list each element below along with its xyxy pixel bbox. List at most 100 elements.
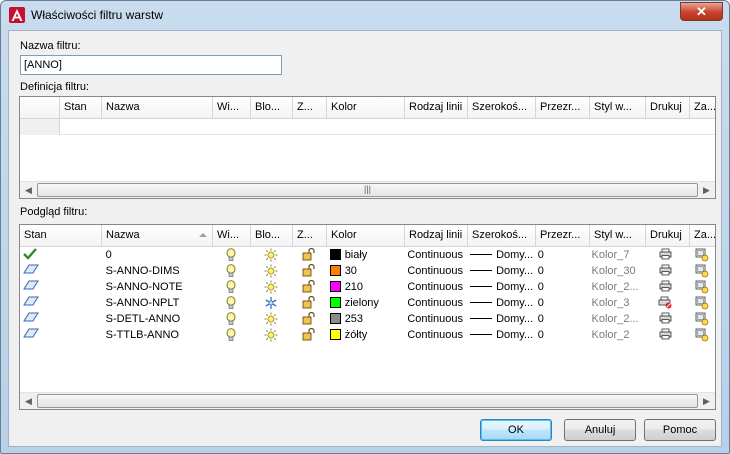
freeze-cell[interactable] bbox=[250, 280, 292, 296]
unlock-icon[interactable] bbox=[302, 328, 316, 344]
status-cell[interactable] bbox=[20, 312, 102, 328]
linetype-cell[interactable]: Continuous bbox=[403, 328, 466, 344]
layer-icon[interactable] bbox=[23, 296, 39, 311]
printer-icon[interactable] bbox=[659, 312, 672, 328]
transparency-cell[interactable]: 0 bbox=[534, 280, 588, 296]
name-cell[interactable]: S-TTLB-ANNO bbox=[102, 328, 213, 344]
printer-icon[interactable] bbox=[659, 328, 672, 344]
def-col-przezroczystosc[interactable]: Przezr... bbox=[536, 97, 590, 119]
lock-cell[interactable] bbox=[292, 296, 326, 312]
sun-icon[interactable] bbox=[264, 264, 278, 280]
col-zablokowany[interactable]: Z... bbox=[293, 225, 327, 247]
close-button[interactable]: ✕ bbox=[680, 2, 723, 21]
transparency-cell[interactable]: 0 bbox=[534, 248, 588, 264]
def-col-widoczny[interactable]: Wi... bbox=[213, 97, 251, 119]
new-vp-freeze-cell[interactable] bbox=[687, 328, 715, 344]
linetype-cell[interactable]: Continuous bbox=[403, 296, 466, 312]
cancel-button[interactable]: Anuluj bbox=[564, 419, 636, 441]
transparency-cell[interactable]: 0 bbox=[534, 328, 588, 344]
filter-definition-grid[interactable]: Stan Nazwa Wi... Blo... Z... Kolor Rodza… bbox=[19, 96, 716, 199]
plot-cell[interactable] bbox=[643, 280, 687, 296]
new-viewport-freeze-icon[interactable] bbox=[695, 328, 709, 344]
snowflake-icon[interactable] bbox=[264, 296, 278, 312]
scroll-thumb[interactable] bbox=[37, 394, 698, 408]
new-viewport-freeze-icon[interactable] bbox=[695, 312, 709, 328]
scroll-left-icon[interactable]: ◀ bbox=[20, 393, 37, 409]
lineweight-cell[interactable]: Domy... bbox=[466, 248, 534, 264]
plot-style-cell[interactable]: Kolor_3 bbox=[588, 296, 644, 312]
layer-row[interactable]: S-DETL-ANNO 253 Continuous Domy... 0 Kolor_2.… bbox=[20, 312, 715, 328]
transparency-cell[interactable]: 0 bbox=[534, 264, 588, 280]
lineweight-cell[interactable]: Domy... bbox=[466, 280, 534, 296]
checkmark-icon[interactable] bbox=[23, 248, 37, 264]
bulb-icon[interactable] bbox=[226, 312, 236, 328]
sun-icon[interactable] bbox=[264, 280, 278, 296]
filter-preview-grid[interactable]: Stan Nazwa Wi... Blo... Z... Kolor Rodza… bbox=[19, 224, 716, 410]
bulb-icon[interactable] bbox=[226, 280, 236, 296]
name-cell[interactable]: 0 bbox=[102, 248, 213, 264]
name-cell[interactable]: S-ANNO-NOTE bbox=[102, 280, 213, 296]
printer-icon[interactable] bbox=[659, 248, 672, 264]
scroll-right-icon[interactable]: ▶ bbox=[698, 182, 715, 198]
col-nazwa[interactable]: Nazwa bbox=[102, 225, 213, 247]
definition-empty-row[interactable] bbox=[20, 119, 715, 135]
col-drukuj[interactable]: Drukuj bbox=[646, 225, 690, 247]
layer-row[interactable]: S-TTLB-ANNO żółty Continuous Domy... 0 Kolor_… bbox=[20, 328, 715, 344]
new-vp-freeze-cell[interactable] bbox=[687, 248, 715, 264]
unlock-icon[interactable] bbox=[302, 280, 316, 296]
def-col-stan[interactable]: Stan bbox=[60, 97, 102, 119]
color-cell[interactable]: zielony bbox=[326, 296, 404, 312]
plot-cell[interactable] bbox=[643, 328, 687, 344]
plot-style-cell[interactable]: Kolor_2... bbox=[588, 312, 644, 328]
sun-icon[interactable] bbox=[264, 248, 278, 264]
freeze-cell[interactable] bbox=[250, 328, 292, 344]
no-print-icon[interactable] bbox=[658, 296, 672, 312]
printer-icon[interactable] bbox=[659, 264, 672, 280]
bulb-icon[interactable] bbox=[226, 328, 236, 344]
freeze-cell[interactable] bbox=[250, 312, 292, 328]
preview-horizontal-scrollbar[interactable]: ◀ ▶ bbox=[20, 392, 715, 409]
col-przezroczystosc[interactable]: Przezr... bbox=[536, 225, 590, 247]
col-zamroz[interactable]: Za... bbox=[690, 225, 715, 247]
plot-style-cell[interactable]: Kolor_30 bbox=[588, 264, 644, 280]
linetype-cell[interactable]: Continuous bbox=[403, 248, 466, 264]
plot-cell[interactable] bbox=[643, 248, 687, 264]
lock-cell[interactable] bbox=[292, 248, 326, 264]
unlock-icon[interactable] bbox=[302, 296, 316, 312]
def-col-styl-wydruku[interactable]: Styl w... bbox=[590, 97, 646, 119]
plot-style-cell[interactable]: Kolor_7 bbox=[588, 248, 644, 264]
plot-cell[interactable] bbox=[643, 312, 687, 328]
visibility-cell[interactable] bbox=[212, 248, 250, 264]
color-cell[interactable]: biały bbox=[326, 248, 404, 264]
name-cell[interactable]: S-ANNO-DIMS bbox=[102, 264, 213, 280]
plot-cell[interactable] bbox=[643, 296, 687, 312]
col-szerokosc[interactable]: Szerokoś... bbox=[468, 225, 536, 247]
col-blokada[interactable]: Blo... bbox=[251, 225, 293, 247]
visibility-cell[interactable] bbox=[212, 264, 250, 280]
col-stan[interactable]: Stan bbox=[20, 225, 102, 247]
color-cell[interactable]: 253 bbox=[326, 312, 404, 328]
layer-icon[interactable] bbox=[23, 280, 39, 295]
bulb-icon[interactable] bbox=[226, 296, 236, 312]
def-col-zablokowany[interactable]: Z... bbox=[293, 97, 327, 119]
plot-cell[interactable] bbox=[643, 264, 687, 280]
new-vp-freeze-cell[interactable] bbox=[687, 280, 715, 296]
transparency-cell[interactable]: 0 bbox=[534, 312, 588, 328]
def-col-kolor[interactable]: Kolor bbox=[327, 97, 405, 119]
status-cell[interactable] bbox=[20, 296, 102, 312]
lock-cell[interactable] bbox=[292, 328, 326, 344]
layer-row[interactable]: S-ANNO-NPLT zielony Continuous Domy... 0 Kolo… bbox=[20, 296, 715, 312]
col-kolor[interactable]: Kolor bbox=[327, 225, 405, 247]
lineweight-cell[interactable]: Domy... bbox=[466, 312, 534, 328]
def-col-drukuj[interactable]: Drukuj bbox=[646, 97, 690, 119]
help-button[interactable]: Pomoc bbox=[644, 419, 716, 441]
definition-horizontal-scrollbar[interactable]: ◀ ||| ▶ bbox=[20, 181, 715, 198]
layer-row[interactable]: 0 biały Continuous Domy... 0 Kolor_7 bbox=[20, 248, 715, 264]
layer-icon[interactable] bbox=[23, 312, 39, 327]
linetype-cell[interactable]: Continuous bbox=[403, 264, 466, 280]
lineweight-cell[interactable]: Domy... bbox=[466, 264, 534, 280]
def-col-zamroz[interactable]: Za... bbox=[690, 97, 715, 119]
new-viewport-freeze-icon[interactable] bbox=[695, 280, 709, 296]
visibility-cell[interactable] bbox=[212, 312, 250, 328]
color-cell[interactable]: 210 bbox=[326, 280, 404, 296]
